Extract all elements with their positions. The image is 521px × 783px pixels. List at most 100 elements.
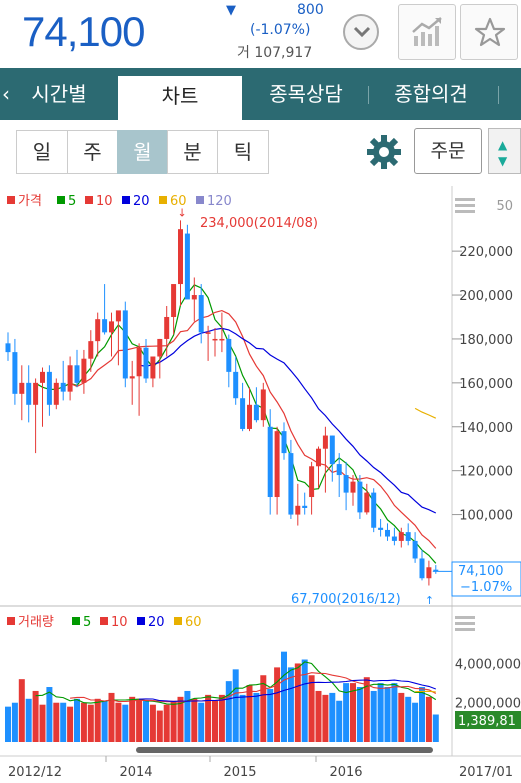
legend-ma10: 10 — [96, 194, 113, 209]
volume-bar — [425, 696, 432, 742]
current-price-tag: 74,100 — [458, 564, 504, 579]
quick-order-toggle[interactable]: ▲ ▼ — [488, 128, 521, 174]
legend-price: 가격 — [18, 194, 42, 209]
volume-bar — [246, 685, 253, 742]
chevron-down-icon — [353, 26, 371, 38]
tab-timeline[interactable]: 시간별 — [14, 68, 104, 120]
volume-bar — [32, 690, 39, 742]
price-tick-label: 200,000 — [459, 289, 513, 304]
tab-bar: ‹ 시간별 차트 종목상담 종합의견 — [0, 68, 521, 120]
period-month[interactable]: 월 — [117, 130, 168, 174]
favorite-button[interactable] — [460, 4, 518, 60]
price-tick-label: 220,000 — [459, 245, 513, 260]
volume-bar — [281, 651, 287, 742]
arrow-down-icon: ▼ — [498, 154, 508, 168]
volume-bar — [5, 706, 11, 742]
monthly-candle-chart[interactable]: 50 ↓↑ 220,000200,000180,000160,000140,00… — [0, 186, 521, 783]
volume-bar — [267, 688, 274, 742]
candle — [53, 378, 59, 410]
legend-ma120: 120 — [207, 194, 232, 209]
price-tick-label: 140,000 — [459, 421, 513, 436]
order-button[interactable]: 주문 — [414, 128, 482, 174]
x-tick-label: 2016 — [329, 765, 362, 780]
tab-chart[interactable]: 차트 — [118, 76, 242, 120]
trend-chart-button[interactable] — [398, 4, 456, 60]
volume-bar — [129, 696, 136, 742]
volume-bar — [419, 687, 425, 742]
volume-bar — [391, 683, 398, 742]
legend-volume: 거래량 — [18, 615, 54, 630]
tab-overall-opinion[interactable]: 종합의견 — [374, 68, 488, 120]
chart-settings-button[interactable] — [366, 134, 402, 174]
volume-bar — [94, 698, 101, 742]
volume-bar — [46, 687, 53, 742]
legend-volume-swatch — [7, 617, 15, 625]
legend-vol-ma20-swatch — [137, 617, 145, 625]
legend-ma20-swatch — [122, 196, 130, 204]
volume-bar — [315, 690, 322, 742]
legend-vol-ma10: 10 — [111, 615, 128, 630]
legend-price-swatch — [7, 196, 15, 204]
volume-bar — [308, 675, 315, 742]
tab-stock-consult[interactable]: 종목상담 — [250, 68, 362, 120]
legend-vol-ma10-swatch — [100, 617, 108, 625]
x-tick-label: 2012/12 — [8, 765, 62, 780]
volume-bar — [74, 698, 80, 742]
volume-bar — [239, 694, 246, 742]
legend-ma5-swatch — [57, 196, 65, 204]
volume-bar — [170, 700, 177, 742]
tab-divider — [368, 86, 369, 104]
volume-bar — [18, 679, 25, 742]
volume-bar — [322, 694, 329, 742]
legend-vol-ma20: 20 — [148, 615, 165, 630]
x-tick-label: 2015 — [223, 765, 256, 780]
chart-scrollbar[interactable] — [136, 747, 433, 753]
legend-ma60-swatch — [159, 196, 167, 204]
volume-bar — [356, 687, 363, 742]
price-panel-menu-icon[interactable] — [455, 198, 475, 213]
volume-tick-label: 2,000,000 — [455, 697, 521, 712]
volume-panel-menu-icon[interactable] — [455, 616, 475, 631]
volume-bar — [198, 702, 205, 742]
max-price-label: 234,000(2014/08) — [200, 216, 318, 231]
period-toolbar: 일 주 월 분 틱 주문 ▲ ▼ — [0, 120, 521, 186]
volume-bar — [274, 667, 281, 742]
gear-icon — [367, 135, 401, 169]
period-week[interactable]: 주 — [67, 130, 118, 174]
volume-bar — [405, 696, 412, 742]
current-change-tag: −1.07% — [460, 580, 512, 595]
volume-bar — [156, 710, 163, 742]
volume-bar — [370, 690, 377, 742]
volume-bar — [53, 702, 60, 742]
volume-bar — [143, 700, 149, 742]
scroll-left-icon[interactable]: ‹ — [2, 82, 10, 106]
volume-bar — [149, 704, 156, 742]
legend-ma5: 5 — [68, 194, 76, 209]
price-tick-label: 120,000 — [459, 465, 513, 480]
volume-bar — [384, 687, 391, 742]
volume-bar — [412, 702, 419, 742]
volume-bar — [253, 692, 260, 742]
volume-bar — [191, 698, 198, 742]
price-tick-label: 160,000 — [459, 377, 513, 392]
period-minute[interactable]: 분 — [167, 130, 218, 174]
volume-bar — [39, 704, 46, 742]
candle — [260, 382, 266, 427]
legend-ma10-swatch — [85, 196, 93, 204]
period-tick[interactable]: 틱 — [217, 130, 269, 174]
candle — [371, 488, 377, 533]
x-tick-label: 2017/01 — [459, 765, 513, 780]
period-day[interactable]: 일 — [16, 130, 68, 174]
price-tick-label: 100,000 — [459, 509, 513, 524]
price-change-percent: (-1.07%) — [250, 22, 311, 38]
volume-bar — [80, 702, 87, 742]
change-down-arrow-icon: ▼ — [226, 3, 236, 18]
trade-volume: 거 107,917 — [237, 45, 313, 61]
expand-details-button[interactable] — [343, 14, 379, 50]
volume-bar — [60, 702, 67, 742]
chart-area[interactable]: 50 ↓ ↑ 220,000 200,000 180,000 160,000 140,00… — [0, 186, 521, 783]
scale-top-label: 50 — [496, 199, 513, 214]
candle — [184, 224, 190, 300]
volume-bar — [25, 698, 32, 742]
volume-bar — [232, 669, 239, 742]
